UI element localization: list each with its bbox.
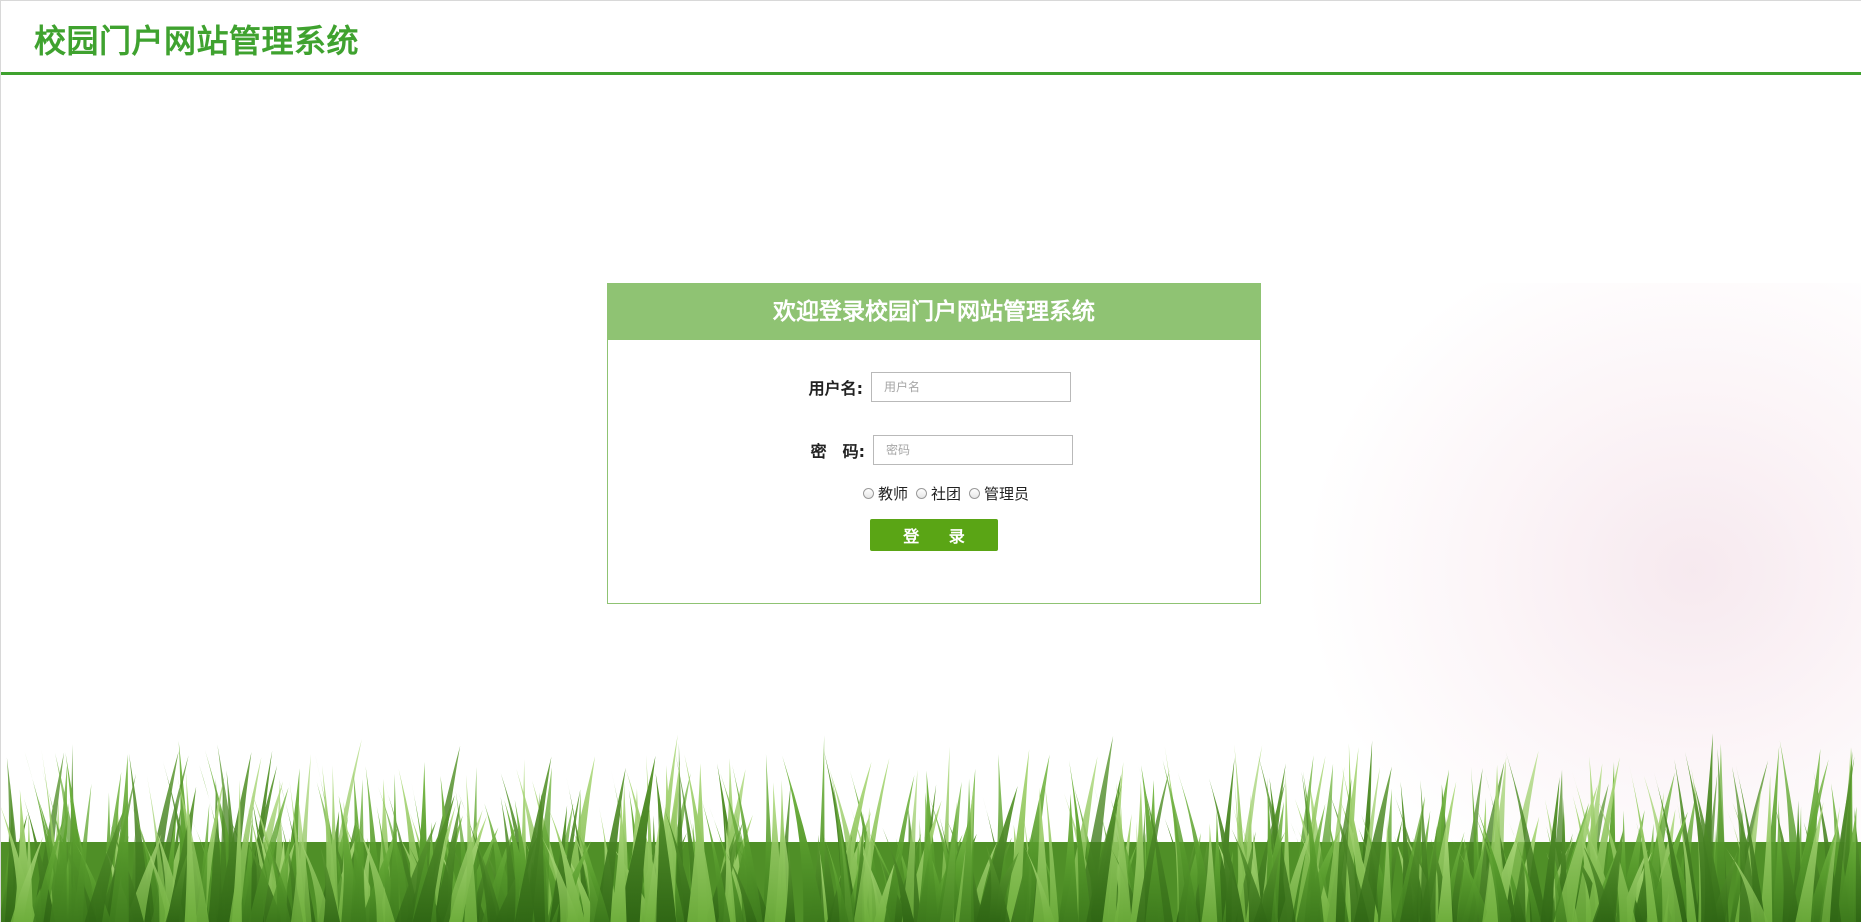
grass-illustration — [1, 733, 1861, 922]
username-label: 用户名: — [808, 379, 863, 398]
radio-icon[interactable] — [969, 488, 981, 499]
password-row: 密 码: — [799, 435, 1073, 465]
login-button[interactable]: 登 录 — [870, 519, 998, 551]
password-input[interactable] — [873, 435, 1073, 465]
login-heading: 欢迎登录校园门户网站管理系统 — [608, 284, 1260, 340]
password-label: 密 码: — [810, 442, 865, 461]
username-input[interactable] — [871, 372, 1071, 402]
site-title: 校园门户网站管理系统 — [34, 22, 360, 60]
radio-icon[interactable] — [863, 488, 874, 499]
radio-icon[interactable] — [916, 488, 928, 499]
role-label: 管理员 — [984, 485, 1030, 503]
username-row: 用户名: — [801, 372, 1071, 402]
role-selector: 教师 社团 管理员 — [863, 483, 1037, 504]
top-header: 校园门户网站管理系统 — [1, 1, 1861, 75]
role-label: 教师 — [878, 485, 909, 503]
role-label: 社团 — [931, 485, 962, 503]
role-option-club[interactable]: 社团 — [916, 483, 961, 504]
role-option-admin[interactable]: 管理员 — [969, 483, 1029, 504]
login-page: 校园门户网站管理系统 欢迎登录校园门户网站管理系统 用户名: 用户名 密 码: … — [0, 0, 1861, 922]
role-option-teacher[interactable]: 教师 — [863, 483, 908, 504]
login-panel: 欢迎登录校园门户网站管理系统 用户名: 密 码: 教师 社团 管理员 登 录 — [607, 283, 1261, 604]
